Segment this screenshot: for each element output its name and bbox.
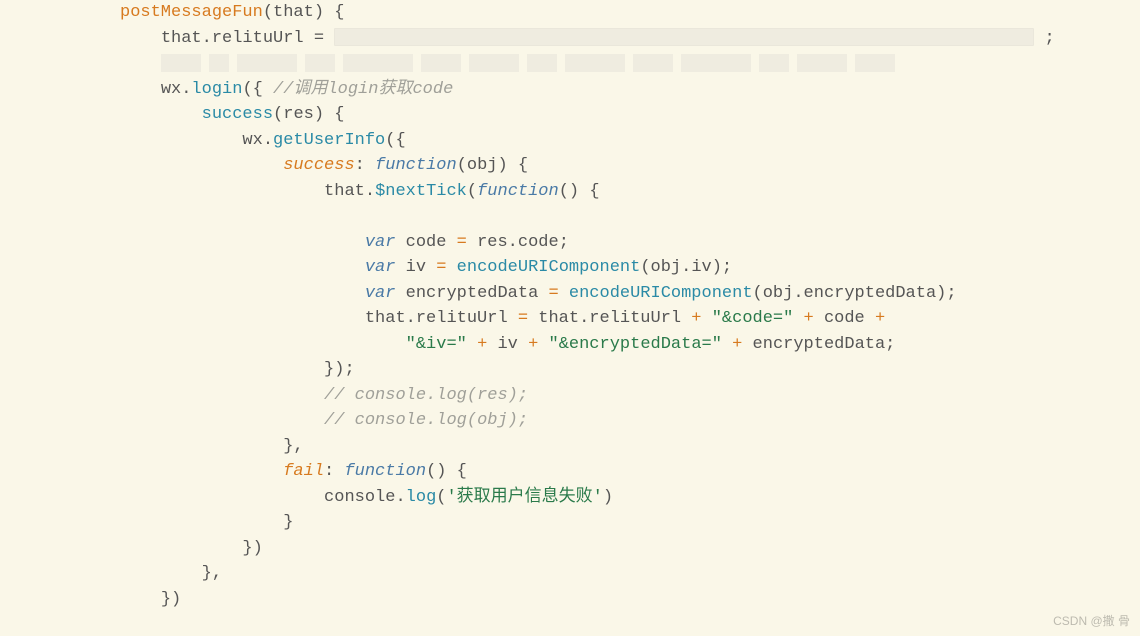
redacted-value <box>334 28 1034 46</box>
code-block: postMessageFun(that) { that.relituUrl = … <box>0 0 1140 612</box>
watermark: CSDN @撒 骨 <box>1053 612 1130 630</box>
comment: // console.log(obj); <box>324 411 528 430</box>
fn-name: postMessageFun <box>120 3 263 22</box>
comment: // console.log(res); <box>324 386 528 405</box>
comment: //调用login获取code <box>273 80 453 99</box>
redacted-line <box>161 51 903 69</box>
